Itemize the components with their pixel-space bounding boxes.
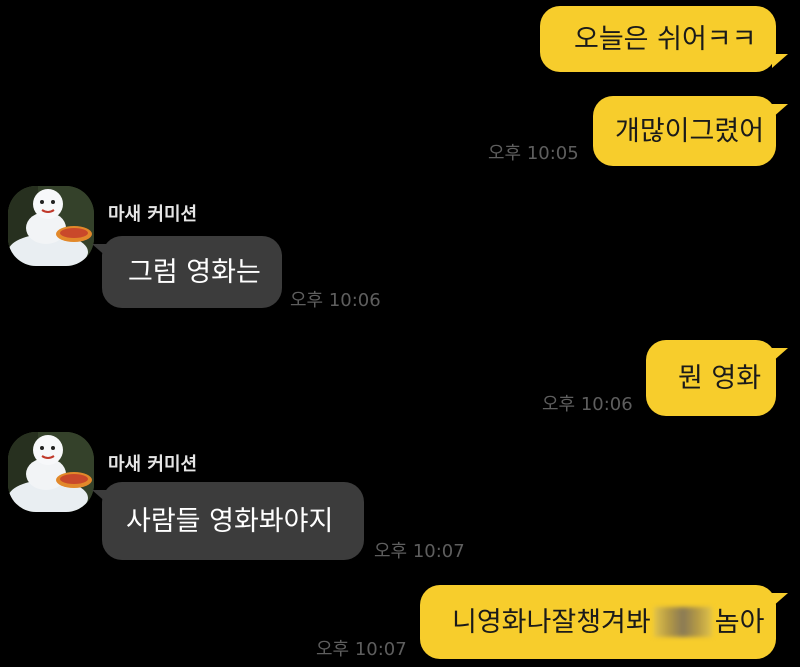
snowman-avatar-icon bbox=[8, 186, 94, 266]
message-bubble-outgoing[interactable]: 니영화나잘챙겨봐 놈아 bbox=[420, 585, 776, 659]
message-text: 사람들 영화봐야지 bbox=[126, 505, 334, 537]
censored-blur bbox=[653, 607, 712, 637]
message-text: 뭔 영화 bbox=[678, 362, 762, 394]
bubble-tail bbox=[772, 54, 788, 68]
message-time: 오후 10:07 bbox=[316, 639, 407, 660]
sender-avatar[interactable] bbox=[8, 186, 94, 266]
message-text-before: 니영화나잘챙겨봐 bbox=[452, 606, 651, 638]
message-text: 그럼 영화는 bbox=[128, 256, 261, 288]
bubble-tail bbox=[772, 348, 788, 362]
message-text-after: 놈아 bbox=[714, 606, 765, 638]
message-time: 오후 10:05 bbox=[488, 143, 579, 164]
snowman-avatar-icon bbox=[8, 432, 94, 512]
message-bubble-outgoing[interactable]: 개많이그렸어 bbox=[593, 96, 776, 166]
message-time: 오후 10:06 bbox=[542, 394, 633, 415]
message-bubble-outgoing[interactable]: 오늘은 쉬어ㅋㅋ bbox=[540, 6, 776, 72]
message-bubble-outgoing[interactable]: 뭔 영화 bbox=[646, 340, 776, 416]
sender-avatar[interactable] bbox=[8, 432, 94, 512]
bubble-tail bbox=[772, 593, 788, 607]
message-text: 개많이그렸어 bbox=[615, 115, 765, 147]
sender-name: 마새 커미션 bbox=[108, 454, 198, 475]
bubble-tail bbox=[772, 104, 788, 118]
message-text: 오늘은 쉬어ㅋㅋ bbox=[574, 23, 757, 55]
message-bubble-incoming[interactable]: 사람들 영화봐야지 bbox=[102, 482, 364, 560]
message-bubble-incoming[interactable]: 그럼 영화는 bbox=[102, 236, 282, 308]
sender-name: 마새 커미션 bbox=[108, 204, 198, 225]
message-time: 오후 10:06 bbox=[290, 290, 381, 311]
message-time: 오후 10:07 bbox=[374, 541, 465, 562]
